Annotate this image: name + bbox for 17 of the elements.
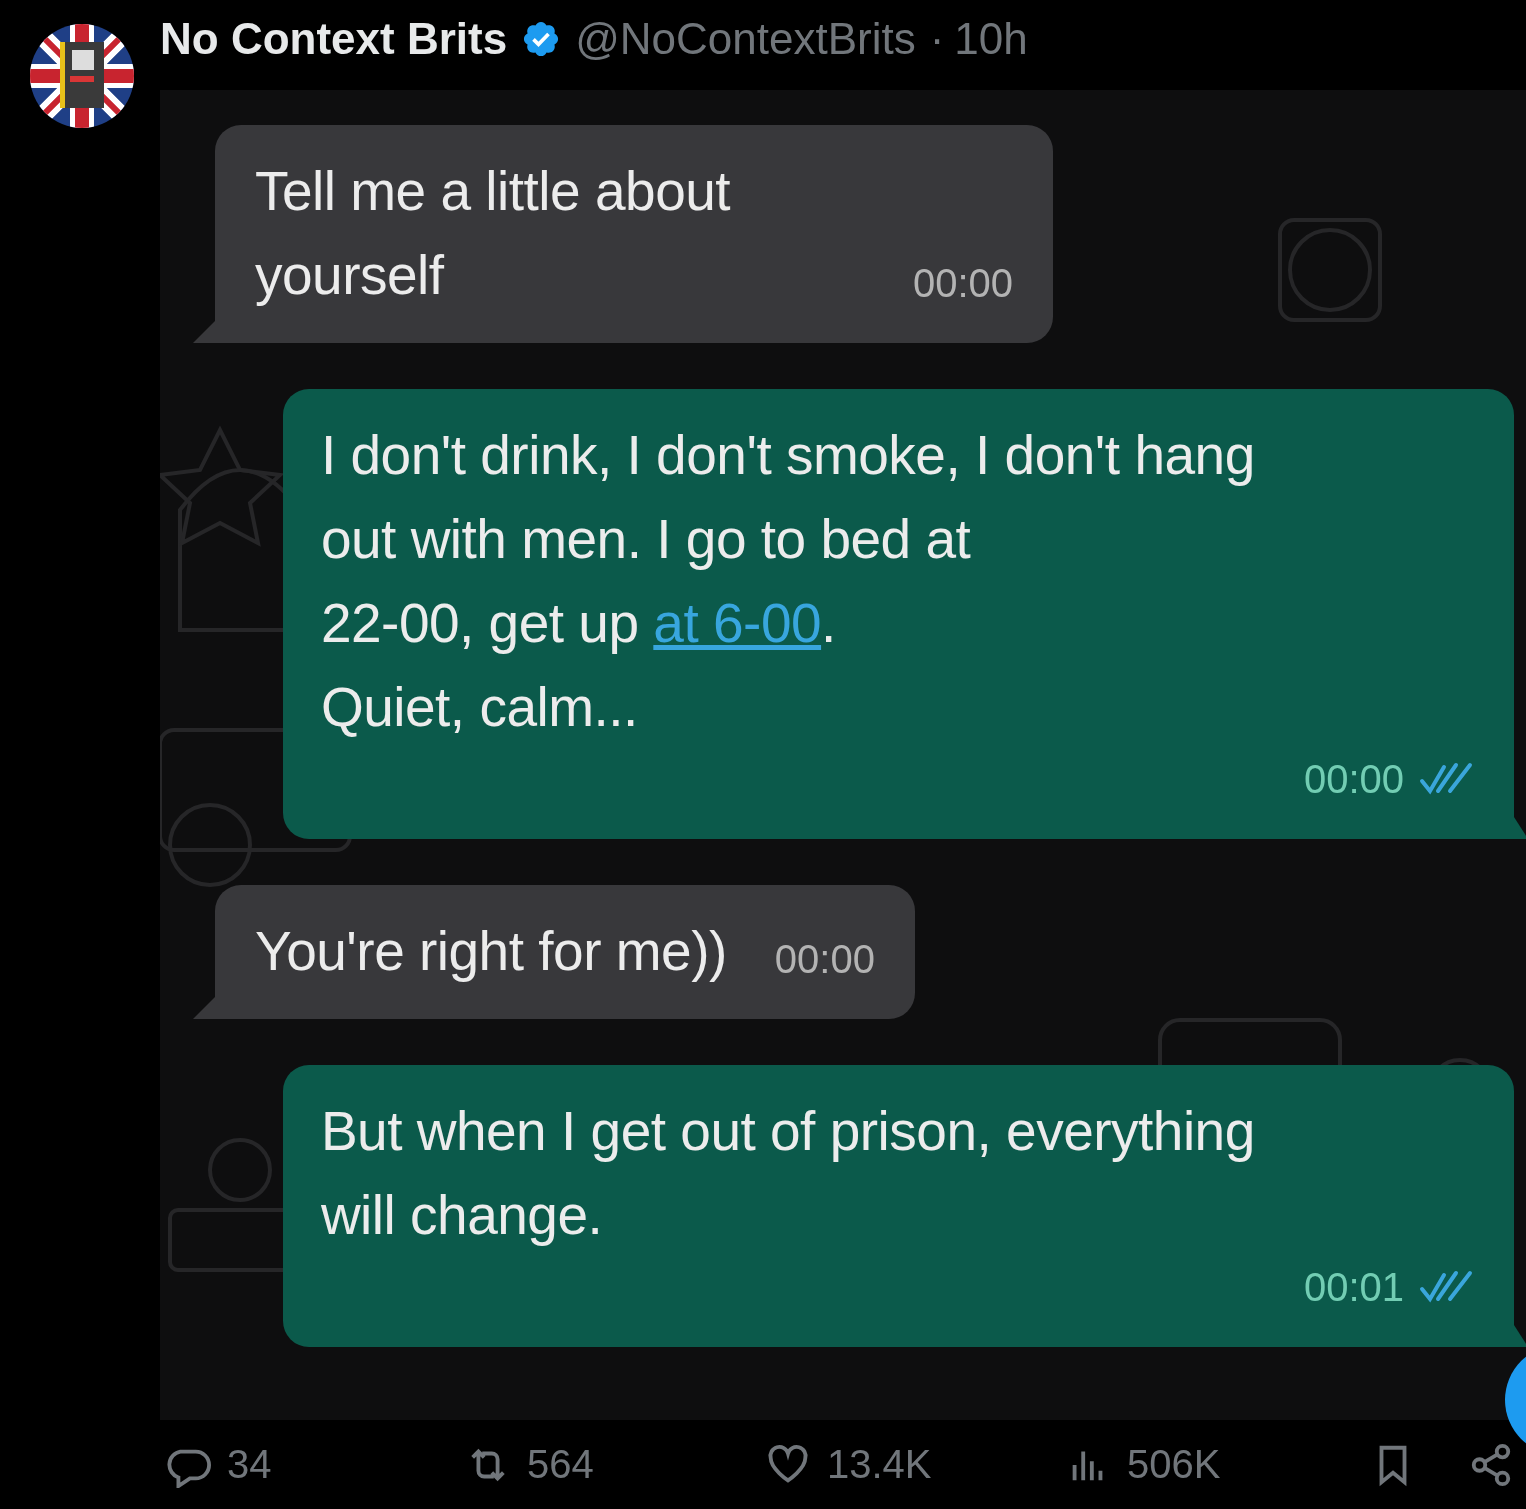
user-handle[interactable]: @NoContextBrits	[575, 14, 916, 64]
separator-dot: ·	[929, 14, 945, 64]
repost-button[interactable]: 564	[465, 1441, 765, 1488]
message-text: You're right for me))	[255, 919, 727, 984]
message-time: 00:00	[1303, 756, 1404, 803]
message-link[interactable]: at 6-00	[653, 592, 822, 654]
message-text: Tell me a little about yourself	[255, 159, 732, 308]
message-text: I don't drink, I don't smoke, I don't hang out with men. I go to bed at 22-00, get up at 6-00. Quiet, calm...	[320, 423, 1256, 740]
post-time[interactable]: 10h	[954, 14, 1028, 64]
message-time: 00:00	[913, 260, 1014, 307]
like-button[interactable]: 13.4K	[765, 1441, 1065, 1488]
author-name[interactable]: No Context Brits	[160, 14, 508, 64]
reply-button[interactable]: 34	[165, 1441, 465, 1488]
views-button[interactable]: 506K	[1065, 1441, 1365, 1488]
message-time: 00:01	[1303, 1264, 1404, 1311]
message-time: 00:00	[774, 936, 875, 983]
message-text: But when I get out of prison, everything will change.	[320, 1099, 1256, 1248]
